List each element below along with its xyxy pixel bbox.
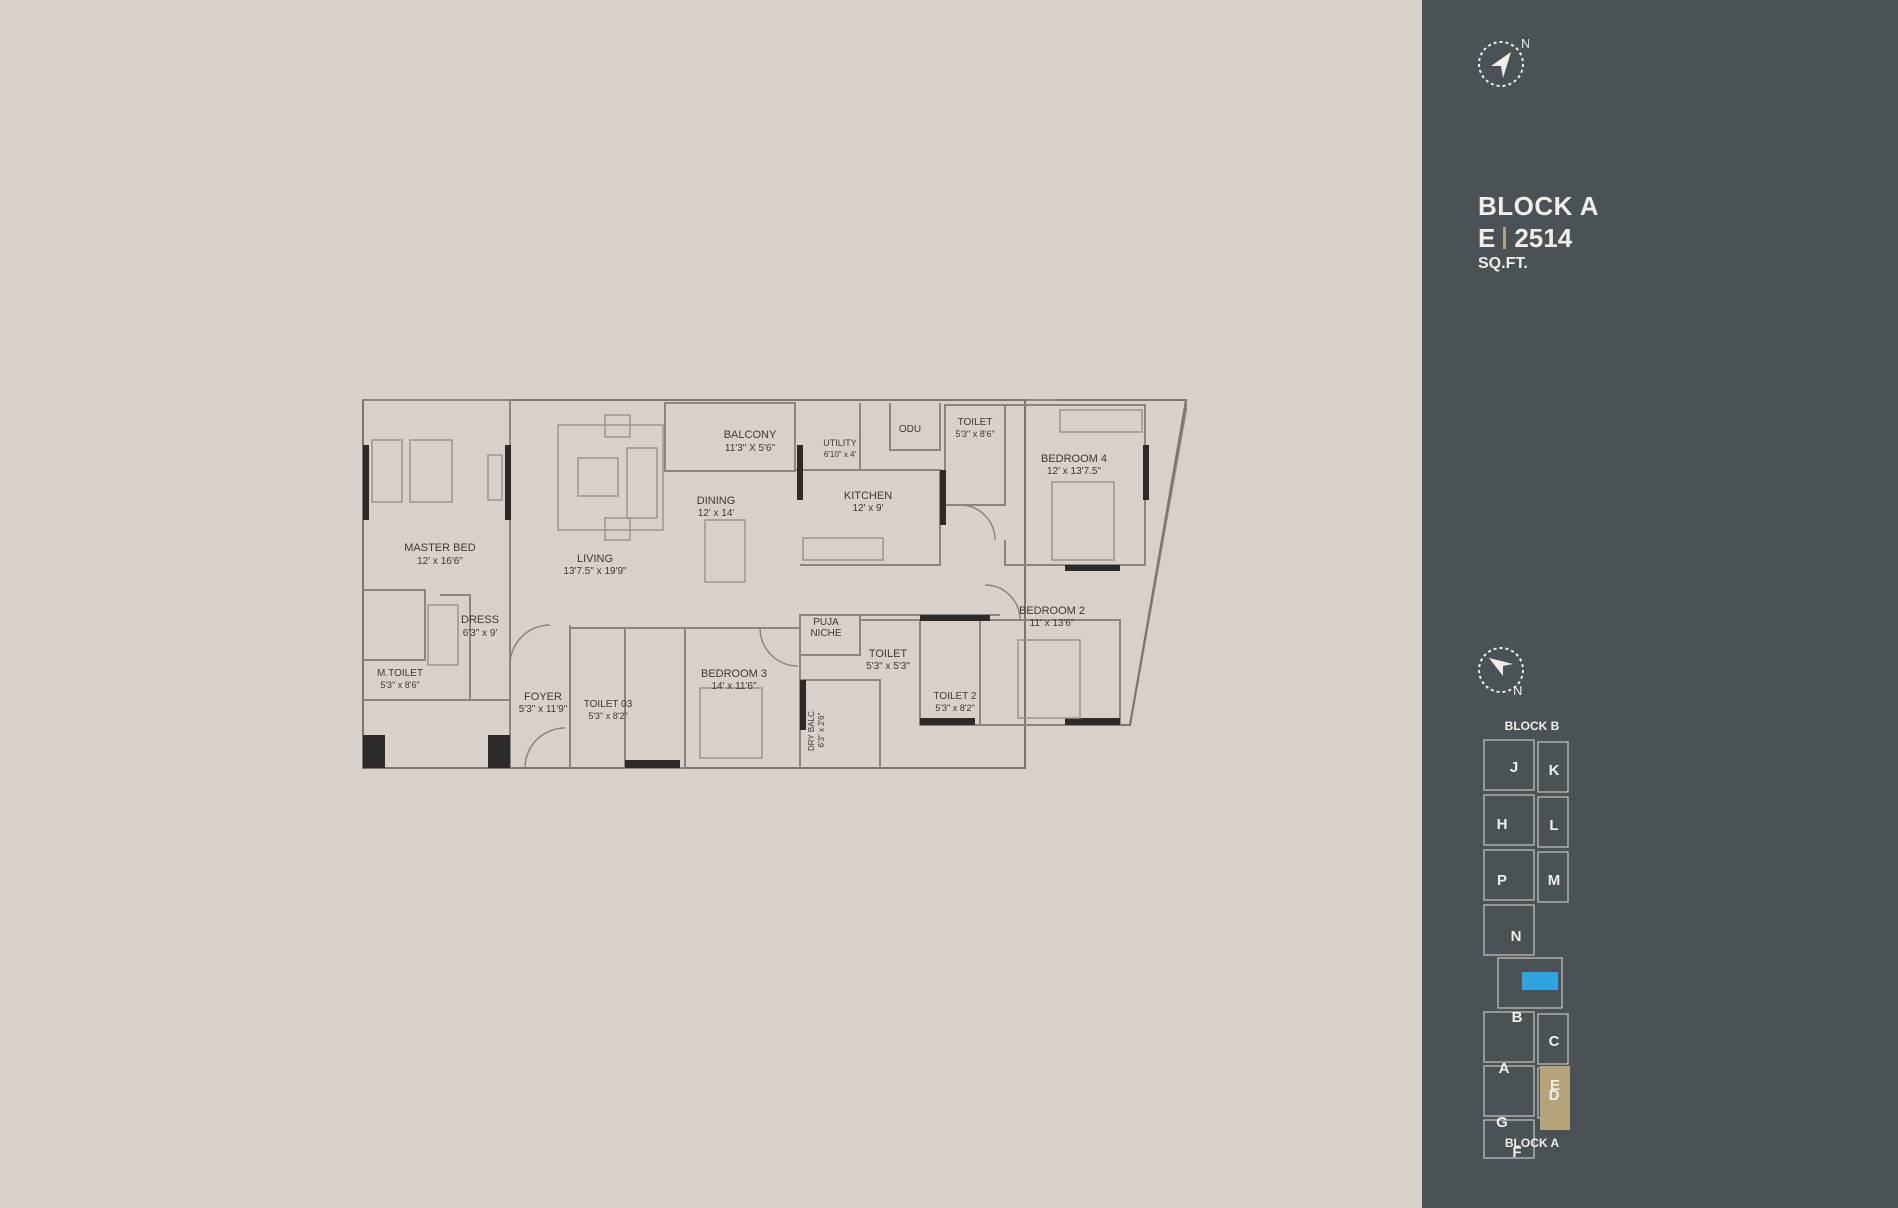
block-title: BLOCK A	[1478, 191, 1599, 221]
room-name-puja-2: NICHE	[810, 628, 841, 639]
site-top-label: BLOCK B	[1505, 719, 1560, 733]
room-name-bedroom2: BEDROOM 2	[1019, 605, 1085, 617]
room-name-bedroom4: BEDROOM 4	[1041, 453, 1107, 465]
room-size-foyer: 5'3" x 11'9"	[519, 704, 568, 715]
site-unit-k: K	[1549, 762, 1560, 779]
compass-n-label: N	[1521, 36, 1529, 51]
room-name-m-toilet: M.TOILET	[377, 668, 423, 679]
unit-area-line: E 2514	[1478, 222, 1599, 254]
site-unit-g: G	[1496, 1114, 1508, 1131]
floor-plan-area: BALCONY 11'3" X 5'6" UTILITY 6'10" x 4' …	[0, 0, 1422, 1208]
separator	[1503, 227, 1507, 249]
room-size-dry-balc: 6'3" x 2'6"	[817, 712, 826, 747]
info-sidebar: N BLOCK A E 2514 SQ.FT. N BLOCK B J K H …	[1422, 0, 1898, 1208]
room-name-odu: ODU	[899, 424, 921, 435]
room-size-bedroom2: 11' x 13'6"	[1030, 618, 1075, 629]
room-name-dress: DRESS	[461, 614, 499, 626]
room-size-toilet03: 5'3" x 8'2"	[588, 711, 627, 721]
room-name-living: LIVING	[577, 553, 613, 565]
room-size-bedroom4: 12' x 13'7.5"	[1047, 466, 1102, 477]
room-size-dress: 6'3" x 9'	[463, 628, 498, 639]
room-name-puja: PUJA	[813, 617, 839, 628]
area-unit-label: SQ.FT.	[1478, 255, 1528, 272]
room-name-foyer: FOYER	[524, 691, 562, 703]
room-size-balcony: 11'3" X 5'6"	[725, 443, 776, 454]
site-unit-j: J	[1510, 759, 1518, 776]
room-size-m-toilet: 5'3" x 8'6"	[380, 680, 419, 690]
site-unit-c: C	[1549, 1033, 1560, 1050]
compass-n-label-2: N	[1513, 683, 1522, 698]
room-size-living: 13'7.5" x 19'9"	[563, 566, 627, 577]
site-map-svg: BLOCK B J K H L P M N B C A D G E F	[1483, 719, 1570, 1161]
unit-title-block: BLOCK A E 2514 SQ.FT.	[1478, 190, 1599, 274]
compass-icon: N	[1478, 36, 1530, 87]
site-unit-l: L	[1549, 817, 1558, 834]
room-name-balcony: BALCONY	[724, 429, 777, 441]
site-unit-n: N	[1511, 928, 1522, 945]
site-key-plan: BLOCK B J K H L P M N B C A D G E F BLOC…	[1462, 700, 1622, 1161]
room-size-kitchen: 12' x 9'	[852, 503, 883, 514]
room-name-dry-balc: DRY BALC.	[807, 709, 816, 751]
site-unit-b: B	[1512, 1009, 1523, 1026]
room-name-toilet2: TOILET 2	[934, 691, 977, 702]
site-bottom-label: BLOCK A	[1504, 1136, 1560, 1150]
room-size-master-bed: 12' x 16'6"	[417, 556, 463, 567]
room-name-toilet-top: TOILET	[958, 417, 993, 428]
room-name-utility: UTILITY	[823, 438, 857, 448]
room-name-kitchen: KITCHEN	[844, 490, 892, 502]
site-unit-a: A	[1499, 1060, 1510, 1077]
site-unit-e: E	[1550, 1077, 1560, 1094]
unit-letter: E	[1478, 223, 1496, 253]
room-size-bedroom3: 14' x 11'6"	[712, 681, 757, 692]
room-size-toilet2: 5'3" x 8'2"	[935, 703, 974, 713]
room-name-toilet-mid: TOILET	[869, 648, 908, 660]
site-unit-p: P	[1497, 872, 1507, 889]
site-unit-h: H	[1497, 816, 1508, 833]
room-size-dining: 12' x 14'	[698, 508, 735, 519]
compass-top: N	[1477, 36, 1530, 88]
room-name-bedroom3: BEDROOM 3	[701, 668, 767, 680]
floor-plan: BALCONY 11'3" X 5'6" UTILITY 6'10" x 4' …	[362, 399, 1188, 769]
room-size-utility: 6'10" x 4'	[824, 450, 857, 459]
room-name-toilet03: TOILET 03	[584, 699, 633, 710]
pool-shape	[1522, 972, 1558, 990]
room-name-dining: DINING	[697, 495, 736, 507]
unit-area: 2514	[1514, 223, 1573, 253]
room-size-toilet-mid: 5'3" x 5'3"	[866, 661, 910, 672]
room-name-master-bed: MASTER BED	[404, 542, 476, 554]
site-unit-m: M	[1548, 872, 1561, 889]
room-size-toilet-top: 5'3" x 8'6"	[955, 429, 994, 439]
compass-bottom: N	[1477, 646, 1529, 698]
compass-icon-2: N	[1478, 647, 1524, 698]
